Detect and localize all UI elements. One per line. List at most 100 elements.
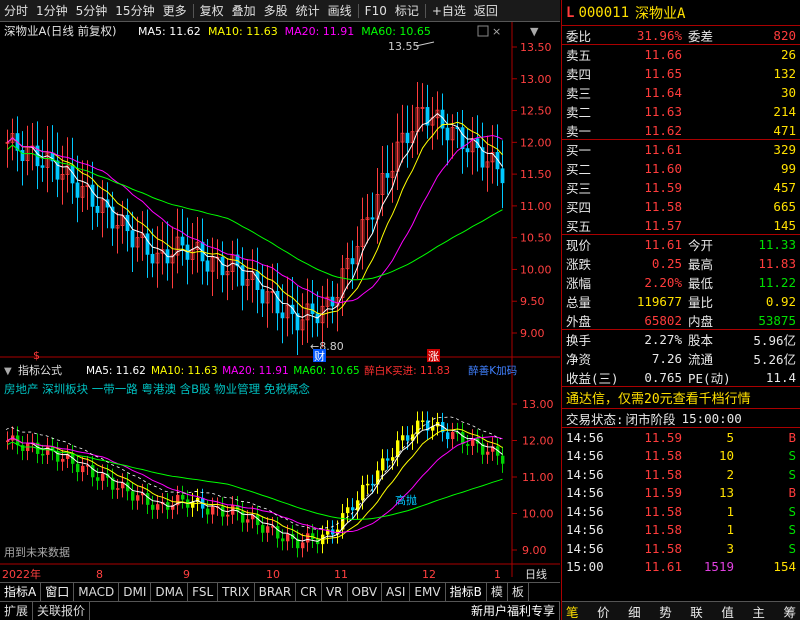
ind-candle <box>416 420 420 435</box>
tab-11[interactable]: ASI <box>382 583 411 601</box>
bottom-icon-4[interactable]: 联 <box>690 602 703 620</box>
chart-area[interactable]: × ▼ 深物业A(日线 前复权) MA5: 11.62 MA10: 11.63 MA2… <box>0 22 560 582</box>
main-candle <box>460 127 465 150</box>
bottom-icon-7[interactable]: 筹 <box>783 602 796 620</box>
weibi-label: 委比 <box>566 28 592 44</box>
toolbar-btn-10[interactable]: F10 <box>361 0 391 21</box>
tick-side: B <box>788 485 796 501</box>
fund-0-label: 换手 <box>566 333 592 348</box>
bottom-icon-5[interactable]: 值 <box>721 602 734 620</box>
tick-price: 11.58 <box>644 466 682 482</box>
toolbar-btn-11[interactable]: 标记 <box>391 0 423 21</box>
tick-time: 14:56 <box>566 448 604 464</box>
bottom-icon-0[interactable]: 笔 <box>566 602 579 620</box>
main-candle <box>20 149 25 162</box>
main-candle <box>145 233 150 255</box>
toolbar-btn-2[interactable]: 5分钟 <box>72 0 112 21</box>
stat-4-value: 65802 <box>644 312 682 328</box>
main-ytick-0: 13.50 <box>520 41 552 54</box>
buy-3: 买三 11.59 457 <box>562 178 800 197</box>
ind-candle <box>76 463 80 473</box>
flag: L <box>566 4 575 21</box>
stat-0: 现价 11.61 今开 11.33 <box>562 235 800 254</box>
down-arrow-icon[interactable]: ▼ <box>530 25 539 38</box>
bottom-icon-1[interactable]: 价 <box>597 602 610 620</box>
buy-4: 买四 11.58 665 <box>562 197 800 216</box>
toolbar-btn-5[interactable]: 复权 <box>196 0 228 21</box>
ind-candle <box>351 507 355 511</box>
period-label[interactable]: 日线 <box>525 567 547 581</box>
tab-13[interactable]: 指标B <box>446 583 487 601</box>
tab-0[interactable]: 指标A <box>0 583 42 601</box>
ind-candle <box>96 477 100 481</box>
sell-5: 卖五 11.66 26 <box>562 45 800 64</box>
ext-tab-1[interactable]: 关联报价 <box>33 602 91 620</box>
tick-price: 11.59 <box>644 485 682 501</box>
sell-5-value: 11.66 <box>644 47 682 62</box>
buy-2-value2: 99 <box>780 161 796 176</box>
sell-1-value: 11.62 <box>644 122 682 138</box>
tab-2[interactable]: MACD <box>74 583 120 601</box>
ind-candle <box>151 504 155 510</box>
ind-candle <box>381 458 385 471</box>
tab-5[interactable]: FSL <box>188 583 219 601</box>
fund-2-label2: PE(动) <box>688 370 731 386</box>
ext-tab-0[interactable]: 扩展 <box>0 602 34 620</box>
tab-15[interactable]: 板 <box>508 583 529 601</box>
tick-side: S <box>788 522 796 538</box>
toolbar-btn-8[interactable]: 统计 <box>292 0 324 21</box>
sell-1-label: 卖一 <box>566 123 592 139</box>
toolbar-btn-7[interactable]: 多股 <box>260 0 292 21</box>
tab-10[interactable]: OBV <box>348 583 383 601</box>
ad-banner[interactable]: 通达信，仅需20元查看千档行情 <box>562 387 800 409</box>
ind-candle <box>131 491 135 501</box>
toolbar-separator <box>424 3 426 18</box>
toolbar-btn-1[interactable]: 1分钟 <box>32 0 72 21</box>
quote-header: L 000011 深物业A <box>562 0 800 26</box>
toolbar-btn-3[interactable]: 15分钟 <box>111 0 158 21</box>
tab-8[interactable]: CR <box>296 583 322 601</box>
tab-6[interactable]: TRIX <box>218 583 255 601</box>
tab-4[interactable]: DMA <box>151 583 189 601</box>
xaxis-label-3: 10 <box>266 568 280 581</box>
close-icon[interactable]: × <box>492 25 501 38</box>
tab-12[interactable]: EMV <box>410 583 446 601</box>
sell-4-value: 11.65 <box>644 66 682 81</box>
toolbar-btn-12[interactable]: +自选 <box>428 0 470 21</box>
sell-1: 卖一 11.62 471 <box>562 121 800 140</box>
bottom-icon-3[interactable]: 势 <box>659 602 672 620</box>
tab-9[interactable]: VR <box>322 583 348 601</box>
main-ytick-1: 13.00 <box>520 73 552 86</box>
status-value: 闭市阶段 <box>625 411 676 427</box>
toolbar-btn-6[interactable]: 叠加 <box>228 0 260 21</box>
bottom-icon-2[interactable]: 细 <box>628 602 641 620</box>
ind-candle <box>116 488 120 490</box>
toolbar: 分时 1分钟 5分钟 15分钟 更多 复权 叠加 多股 统计 画线 F10 标记 +自选 返回 <box>0 0 560 22</box>
ind-candle <box>136 495 140 501</box>
tick-row: 14:56 11.58 1 S <box>562 521 800 540</box>
ext-tab-2[interactable]: 新用户福利专享 <box>467 602 560 620</box>
toolbar-btn-4[interactable]: 更多 <box>159 0 191 21</box>
ind-candle <box>401 435 405 441</box>
main-candle <box>205 260 210 272</box>
sell-2: 卖二 11.63 214 <box>562 102 800 121</box>
tick-volume: 1519 <box>703 559 734 575</box>
trade-status: 交易状态: 闭市阶段 15:00:00 <box>562 409 800 428</box>
tab-14[interactable]: 模 <box>487 583 508 601</box>
tick-volume: 2 <box>726 466 734 482</box>
tick-price: 11.58 <box>644 540 682 556</box>
tick-volume: 5 <box>726 429 734 445</box>
toolbar-btn-9[interactable]: 画线 <box>324 0 356 21</box>
tick-row: 14:56 11.59 5 B <box>562 428 800 447</box>
toolbar-btn-13[interactable]: 返回 <box>470 0 502 21</box>
bottom-icon-6[interactable]: 主 <box>752 602 765 620</box>
stock-name: 深物业A <box>635 5 686 22</box>
toolbar-btn-0[interactable]: 分时 <box>0 0 32 21</box>
tab-3[interactable]: DMI <box>119 583 152 601</box>
ind-ma-label-2: MA20: 11.91 <box>222 365 289 377</box>
tab-1[interactable]: 窗口 <box>41 583 75 601</box>
indicator-collapse-icon[interactable]: ▼ <box>4 366 12 377</box>
ind-candle <box>206 508 210 515</box>
fund-1-label2: 流通 <box>688 352 714 367</box>
tab-7[interactable]: BRAR <box>255 583 297 601</box>
